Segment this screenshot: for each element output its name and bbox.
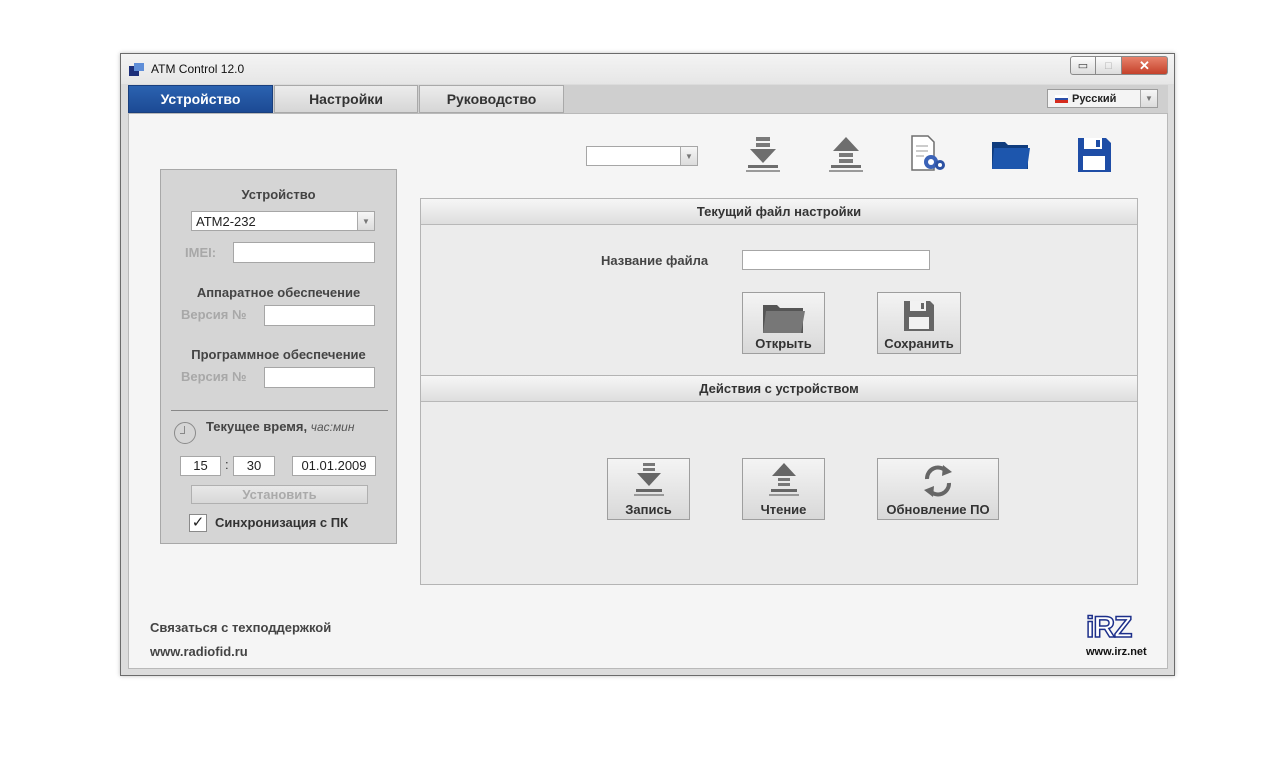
window-title: ATM Control 12.0 — [151, 62, 245, 76]
irz-logo-mark: iRZ — [1085, 611, 1133, 645]
tab-settings[interactable]: Настройки — [274, 85, 418, 113]
settings-file-heading: Текущий файл настройки — [421, 199, 1137, 225]
write-button-label: Запись — [625, 502, 672, 517]
date-field[interactable]: 01.01.2009 — [292, 456, 376, 476]
imei-label: IMEI: — [185, 245, 217, 260]
folder-icon — [762, 305, 805, 333]
sync-label: Синхронизация с ПК — [215, 515, 349, 530]
minutes-field[interactable]: 30 — [233, 456, 275, 476]
time-units: час:мин — [310, 420, 355, 434]
software-version-field[interactable] — [264, 367, 375, 388]
russia-flag-icon — [1055, 95, 1068, 103]
settings-file-icon[interactable] — [906, 134, 948, 176]
device-select[interactable]: ATM2-232 ▼ — [191, 211, 375, 231]
update-firmware-label: Обновление ПО — [886, 502, 990, 517]
close-icon: ✕ — [1139, 57, 1150, 73]
upload-icon[interactable] — [825, 134, 867, 176]
file-name-label: Название файла — [601, 253, 709, 268]
checkmark-icon: ✓ — [191, 514, 205, 531]
file-name-input[interactable] — [742, 250, 930, 270]
hardware-version-field[interactable] — [264, 305, 375, 326]
hardware-heading: Аппаратное обеспечение — [196, 285, 361, 300]
save-button[interactable]: Сохранить — [877, 292, 961, 354]
time-heading-text: Текущее время, — [206, 419, 308, 434]
save-icon[interactable] — [1073, 134, 1115, 176]
app-window: ATM Control 12.0 ▭ □ ✕ Устройство Настро… — [120, 53, 1175, 676]
irz-logo-url: www.irz.net — [1086, 646, 1147, 658]
open-folder-icon[interactable] — [990, 134, 1032, 176]
minimize-button[interactable]: ▭ — [1070, 56, 1096, 75]
device-select-value: ATM2-232 — [196, 214, 256, 229]
update-firmware-button[interactable]: Обновление ПО — [877, 458, 999, 520]
chevron-down-icon[interactable]: ▼ — [1140, 90, 1157, 107]
software-heading: Программное обеспечение — [191, 347, 366, 362]
close-button[interactable]: ✕ — [1122, 56, 1168, 75]
upload-icon — [768, 463, 799, 496]
maximize-button[interactable]: □ — [1096, 56, 1122, 75]
hardware-version-label: Версия № — [181, 307, 247, 322]
time-separator: : — [225, 457, 229, 472]
chevron-down-icon[interactable]: ▼ — [357, 212, 374, 230]
tab-bar: Устройство Настройки Руководство Русский… — [128, 85, 1168, 113]
floppy-icon — [904, 301, 934, 331]
toolbar-select[interactable]: ▼ — [586, 146, 698, 166]
sync-checkbox[interactable]: ✓ — [189, 514, 207, 532]
set-time-button[interactable]: Установить — [191, 485, 368, 504]
main-content: Устройство ATM2-232 ▼ IMEI: Аппаратное о… — [128, 113, 1168, 669]
save-button-label: Сохранить — [884, 336, 954, 351]
chevron-down-icon[interactable]: ▼ — [680, 147, 697, 165]
divider — [171, 410, 388, 411]
irz-logo[interactable]: iRZ www.irz.net — [1085, 611, 1158, 662]
imei-field[interactable] — [233, 242, 375, 263]
window-controls: ▭ □ ✕ — [1070, 56, 1168, 75]
download-icon[interactable] — [742, 134, 784, 176]
read-button-label: Чтение — [760, 502, 807, 517]
software-version-label: Версия № — [181, 369, 247, 384]
read-button[interactable]: Чтение — [742, 458, 825, 520]
clock-icon — [174, 422, 196, 444]
language-value: Русский — [1072, 93, 1117, 105]
device-actions-heading: Действия с устройством — [421, 376, 1137, 402]
title-bar[interactable]: ATM Control 12.0 ▭ □ ✕ — [121, 54, 1174, 84]
support-link[interactable]: Связаться с техподдержкой — [150, 620, 331, 635]
maximize-icon: □ — [1105, 59, 1112, 72]
app-icon — [129, 63, 144, 76]
settings-file-section: Текущий файл настройки Название файла От… — [420, 198, 1138, 376]
device-panel: Устройство ATM2-232 ▼ IMEI: Аппаратное о… — [160, 169, 397, 544]
open-button[interactable]: Открыть — [742, 292, 825, 354]
tab-device[interactable]: Устройство — [128, 85, 273, 113]
tab-guide[interactable]: Руководство — [419, 85, 564, 113]
device-heading: Устройство — [241, 187, 316, 202]
download-icon — [633, 463, 664, 496]
refresh-icon — [924, 465, 952, 497]
write-button[interactable]: Запись — [607, 458, 690, 520]
minimize-icon: ▭ — [1077, 60, 1089, 72]
site-link[interactable]: www.radiofid.ru — [150, 644, 248, 659]
time-heading: Текущее время, час:мин — [206, 419, 354, 434]
hours-field[interactable]: 15 — [180, 456, 221, 476]
device-actions-section: Действия с устройством Запись Чтение Обн… — [420, 375, 1138, 585]
language-select[interactable]: Русский ▼ — [1047, 89, 1158, 108]
open-button-label: Открыть — [755, 336, 812, 351]
